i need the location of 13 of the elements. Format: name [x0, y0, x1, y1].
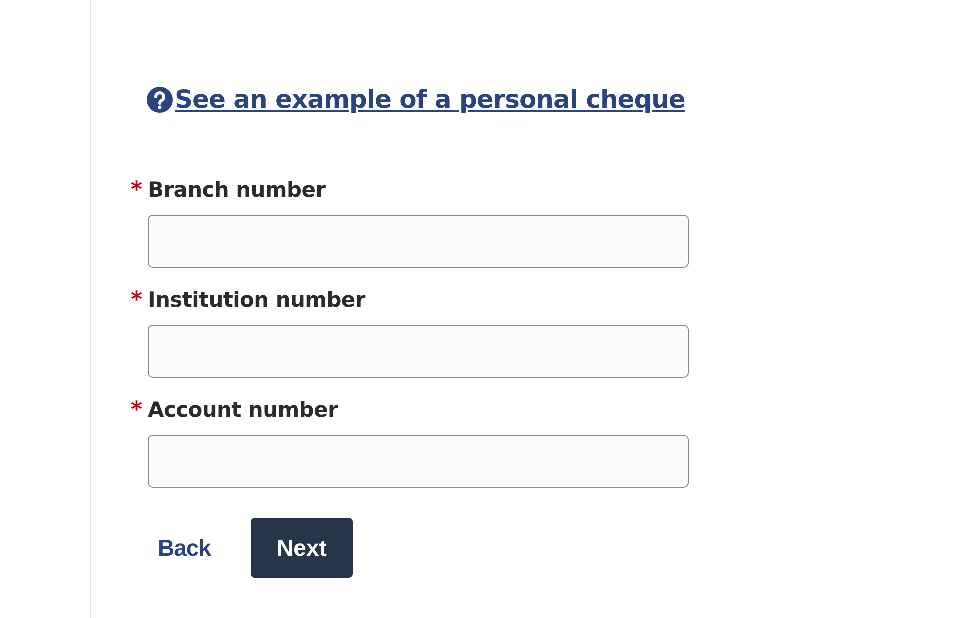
input-field[interactable] [148, 215, 689, 268]
help-icon [147, 86, 173, 112]
back-button[interactable]: Back [148, 526, 221, 570]
field-label: Branch number [148, 178, 326, 202]
example-link[interactable]: See an example of a personal cheque [175, 85, 686, 114]
input-field[interactable] [148, 435, 689, 488]
field-label: Account number [148, 398, 338, 422]
required-mark: * [131, 178, 144, 203]
required-mark: * [131, 398, 144, 423]
field-label: Institution number [148, 288, 366, 312]
next-button[interactable]: Next [250, 518, 353, 578]
required-mark: * [131, 288, 144, 313]
input-field[interactable] [148, 325, 689, 378]
